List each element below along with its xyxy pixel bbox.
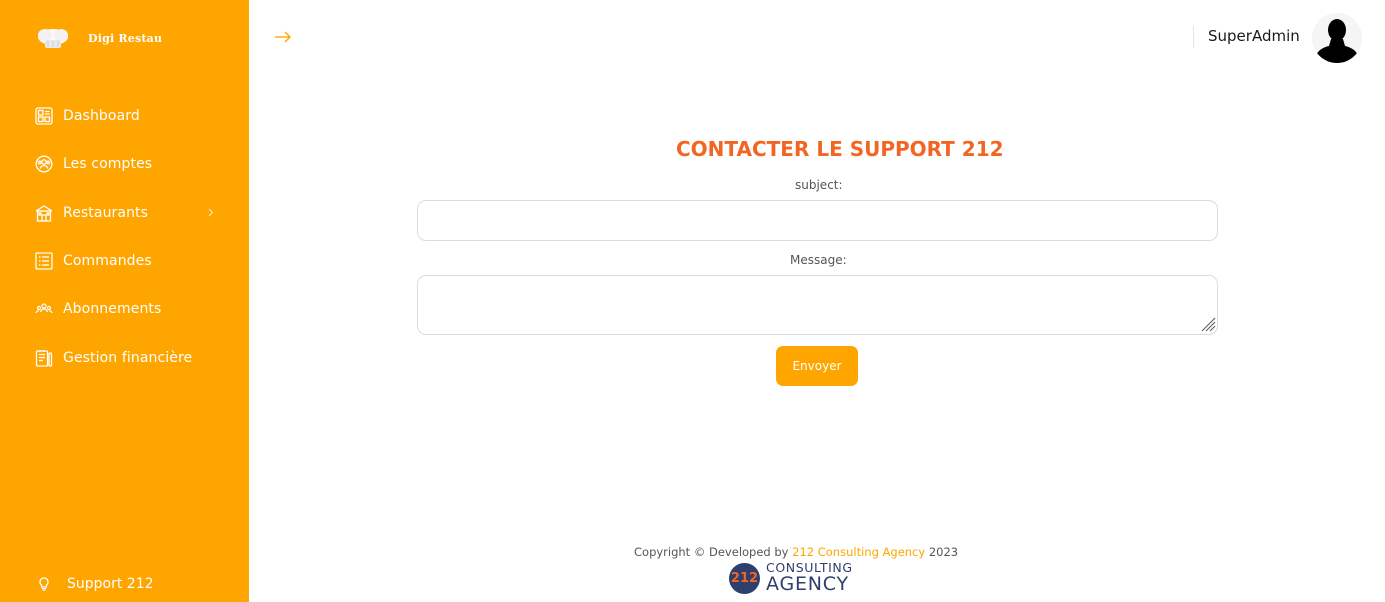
sidebar-item-label: Les comptes [63,156,153,173]
sidebar-item-support[interactable]: Support 212 [38,572,154,596]
copyright-prefix: Copyright © Developed by [634,545,793,559]
sidebar-item-les-comptes[interactable]: Les comptes [0,140,249,188]
chevron-right-icon[interactable] [206,208,216,218]
message-textarea[interactable] [417,275,1218,335]
sidebar-item-gestion-financiere[interactable]: Gestion financière [0,333,249,381]
header-divider [1193,26,1194,48]
sidebar: Digi Restau Dashboard Les comptes Restau… [0,0,249,602]
sidebar-item-commandes[interactable]: Commandes [0,237,249,285]
agency-logo-mark: 212 [729,562,760,594]
avatar[interactable] [1312,13,1362,63]
dashboard-icon [35,107,53,125]
send-button[interactable]: Envoyer [776,346,858,386]
restaurant-icon [35,204,53,222]
page-title: CONTACTER LE SUPPORT 212 [676,137,1004,161]
sidebar-toggle-button[interactable] [272,26,294,48]
subject-input[interactable] [417,200,1218,241]
footer-copyright: Copyright © Developed by 212 Consulting … [634,545,958,559]
message-label: Message: [790,253,847,267]
sidebar-item-label: Restaurants [63,204,149,221]
subject-label: subject: [795,178,843,192]
sidebar-item-label: Abonnements [63,301,162,318]
user-name[interactable]: SuperAdmin [1208,27,1300,45]
company-link[interactable]: 212 Consulting Agency [792,545,925,559]
agency-logo-text: CONSULTING AGENCY [766,561,853,596]
sidebar-item-abonnements[interactable]: Abonnements [0,285,249,333]
sidebar-nav: Dashboard Les comptes Restaurants Comman… [0,92,249,382]
subscriptions-icon [35,300,53,318]
accounts-icon [35,155,53,173]
orders-icon [35,252,53,270]
lightbulb-icon [38,577,52,591]
brand-name: Digi Restau [88,31,163,45]
brand[interactable]: Digi Restau [36,24,162,52]
finance-icon [35,349,53,367]
sidebar-item-dashboard[interactable]: Dashboard [0,92,249,140]
arrow-right-icon [274,28,292,47]
copyright-year: 2023 [925,545,959,559]
support-label: Support 212 [67,576,154,592]
agency-logo-line2: AGENCY [766,573,849,596]
user-silhouette-icon [1312,13,1362,63]
sidebar-item-label: Dashboard [63,108,140,125]
chef-hat-logo-icon [36,24,70,52]
resize-handle-icon[interactable] [1200,316,1216,332]
agency-logo: 212 CONSULTING AGENCY [729,561,855,595]
sidebar-item-restaurants[interactable]: Restaurants [0,189,249,237]
sidebar-item-label: Gestion financière [63,349,193,366]
sidebar-item-label: Commandes [63,253,152,270]
